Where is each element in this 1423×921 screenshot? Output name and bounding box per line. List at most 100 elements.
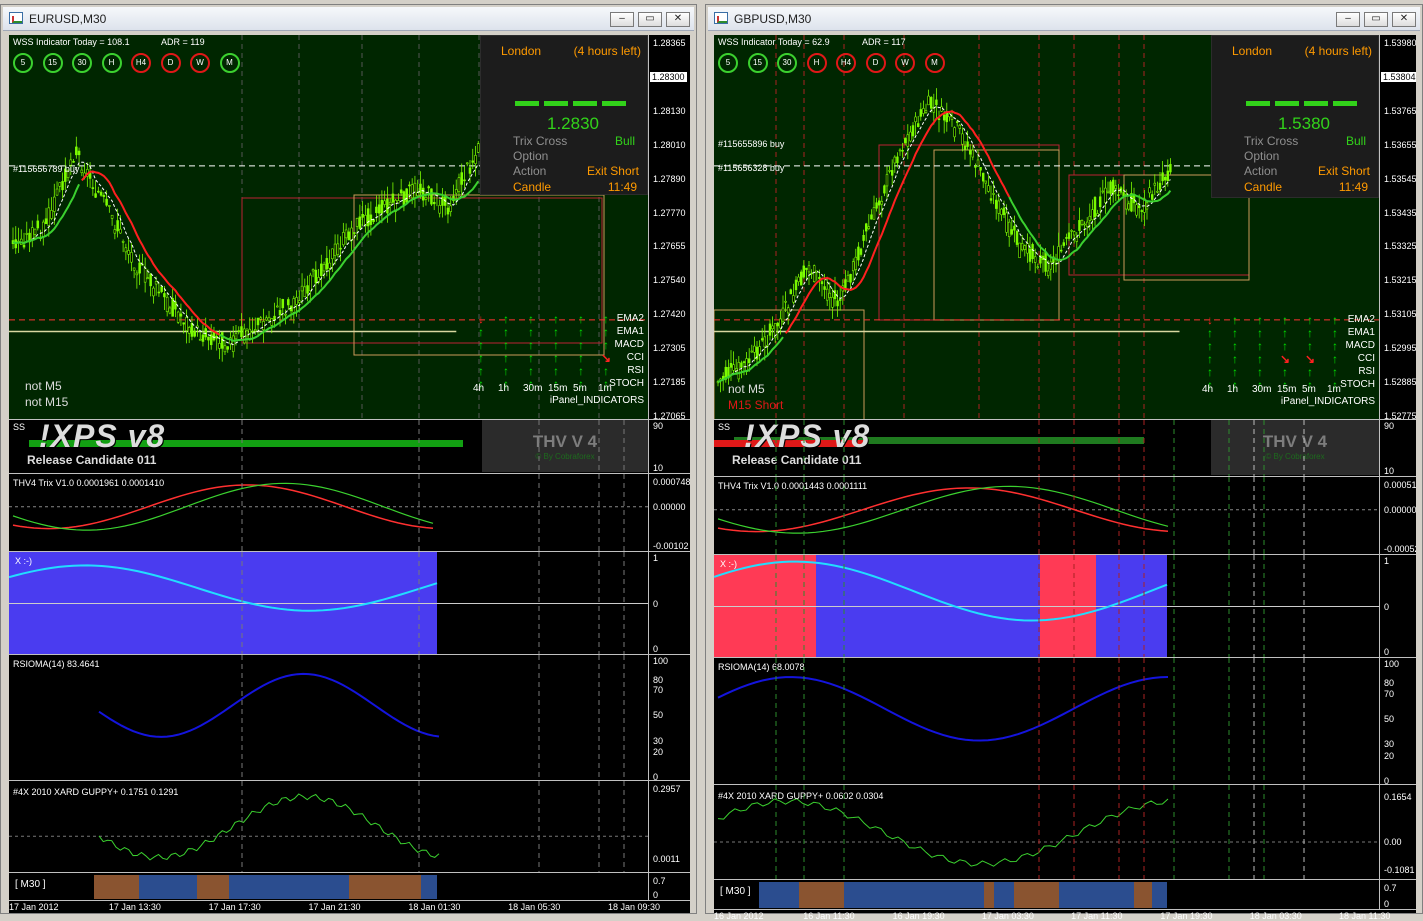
- candle: [799, 269, 803, 286]
- grid-svg: [241, 474, 625, 551]
- candle: [201, 324, 205, 347]
- guppy-scale-label: 0.0011: [653, 854, 680, 864]
- m30-label: [ M30 ]: [720, 886, 751, 897]
- plot-area[interactable]: #4X 2010 XARD GUPPY+ 0.1751 0.1291: [9, 781, 648, 872]
- x-pane[interactable]: X :-) 1 0 0: [9, 552, 690, 655]
- candle: [924, 103, 928, 114]
- m30-pane[interactable]: [ M30 ] 0.7 0: [714, 880, 1416, 910]
- guppy-pane[interactable]: #4X 2010 XARD GUPPY+ 0.0602 0.0304 0.1654…: [714, 785, 1416, 880]
- candle: [1104, 176, 1107, 214]
- candle: [807, 261, 811, 285]
- close-button[interactable]: ✕: [666, 12, 690, 27]
- title-bar[interactable]: EURUSD,M30 – ▭ ✕: [3, 7, 694, 31]
- m30-pane[interactable]: [ M30 ] 0.7 0: [9, 873, 690, 901]
- price-pane[interactable]: WSS Indicator Today = 62.9 ADR = 117 5 15 30…: [714, 35, 1416, 420]
- xps-pane[interactable]: SS !XPS v8 Release Candidate 011 THV V 4 © B…: [9, 420, 690, 474]
- price-scale[interactable]: 0.2957 0.0011: [648, 781, 690, 872]
- rsioma-scale-label: 80: [1384, 678, 1395, 689]
- price-scale-label: 1.53105: [1384, 309, 1416, 320]
- plot-area[interactable]: X :-): [9, 552, 648, 654]
- minimize-button[interactable]: –: [1336, 12, 1360, 27]
- candle: [786, 304, 790, 325]
- plot-area[interactable]: [ M30 ]: [714, 880, 1379, 909]
- price-scale[interactable]: 1.283651.282451.281301.280101.278901.277…: [648, 35, 690, 419]
- price-scale[interactable]: 100 80 70 50 30 20 0: [648, 655, 690, 780]
- price-scale[interactable]: 0.1654 0.00 -0.1081: [1379, 785, 1416, 879]
- current-price-tag: 1.28300: [650, 72, 687, 83]
- title-bar[interactable]: GBPUSD,M30 – ▭ ✕: [708, 7, 1420, 31]
- candle: [875, 197, 878, 212]
- candle: [997, 192, 1001, 222]
- price-scale-label: 1.27655: [653, 241, 686, 252]
- plot-area[interactable]: X :-): [714, 555, 1379, 657]
- candle: [75, 136, 78, 159]
- price-scale[interactable]: 0.7 0: [1379, 880, 1416, 909]
- m30-chart-svg[interactable]: [9, 873, 648, 900]
- x-scale-label: 0: [653, 644, 659, 654]
- price-scale[interactable]: 1 0 0: [648, 552, 690, 654]
- maximize-button[interactable]: ▭: [638, 12, 662, 27]
- price-scale-label: 1.28010: [653, 139, 686, 150]
- chart-area[interactable]: WSS Indicator Today = 108.1 ADR = 119 5 15 3…: [9, 35, 690, 913]
- plot-area[interactable]: #4X 2010 XARD GUPPY+ 0.0602 0.0304: [714, 785, 1379, 879]
- candle: [135, 270, 139, 289]
- plot-area[interactable]: THV4 Trix V1.0 0.0001961 0.0001410: [9, 474, 648, 551]
- price-scale[interactable]: 0.000748 0.00000 -0.00102: [648, 474, 690, 551]
- m30-chart-svg[interactable]: [714, 880, 1379, 909]
- price-scale-label: 1.27185: [653, 377, 686, 388]
- candle: [438, 199, 441, 218]
- plot-area[interactable]: SS !XPS v8 Release Candidate 011 THV V 4 © B…: [9, 420, 648, 473]
- plot-area[interactable]: RSIOMA(14) 83.4641: [9, 655, 648, 780]
- gbpusd-chart-window[interactable]: GBPUSD,M30 – ▭ ✕ WSS Indicator Today = 6…: [705, 4, 1423, 921]
- price-scale[interactable]: 1.539801.538701.537651.536551.535451.534…: [1379, 35, 1416, 419]
- trix-pane[interactable]: THV4 Trix V1.0 0.0001961 0.0001410 0.0007…: [9, 474, 690, 552]
- minimize-button[interactable]: –: [610, 12, 634, 27]
- price-pane[interactable]: WSS Indicator Today = 108.1 ADR = 119 5 15 3…: [9, 35, 690, 420]
- plot-area[interactable]: SS !XPS v8 Release Candidate 011 THV V 4 © B…: [714, 420, 1379, 476]
- m30-band: [759, 882, 799, 908]
- chart-area[interactable]: WSS Indicator Today = 62.9 ADR = 117 5 15 30…: [714, 35, 1416, 921]
- candle: [207, 336, 210, 351]
- plot-area[interactable]: WSS Indicator Today = 62.9 ADR = 117 5 15 30…: [714, 35, 1379, 419]
- candle: [784, 291, 787, 312]
- price-scale[interactable]: 90 10: [648, 420, 690, 473]
- time-axis[interactable]: 17 Jan 2012 17 Jan 13:30 17 Jan 17:30 17 Ja…: [9, 901, 660, 913]
- plot-area[interactable]: WSS Indicator Today = 108.1 ADR = 119 5 15 3…: [9, 35, 648, 419]
- indicator-label: CCI: [1357, 353, 1375, 364]
- candle: [1013, 215, 1016, 243]
- guppy-pane[interactable]: #4X 2010 XARD GUPPY+ 0.1751 0.1291 0.2957…: [9, 781, 690, 873]
- close-button[interactable]: ✕: [1392, 12, 1416, 27]
- candle: [984, 180, 988, 195]
- strength-bar: [1246, 101, 1270, 106]
- rsioma-pane[interactable]: RSIOMA(14) 83.4641 100 80 70 50 30 20 0: [9, 655, 690, 781]
- rsioma-pane[interactable]: RSIOMA(14) 68.0078 100 80 70 50 30 20 0: [714, 658, 1416, 785]
- plot-area[interactable]: RSIOMA(14) 68.0078: [714, 658, 1379, 784]
- maximize-button[interactable]: ▭: [1364, 12, 1388, 27]
- time-axis-label: 18 Jan 09:30: [608, 902, 661, 912]
- candle: [176, 310, 180, 324]
- candle: [460, 163, 463, 198]
- eurusd-chart-window[interactable]: EURUSD,M30 – ▭ ✕ WSS Indicator Today = 1…: [0, 4, 697, 914]
- price-scale[interactable]: 0.7 0: [648, 873, 690, 900]
- price-scale[interactable]: 100 80 70 50 30 20 0: [1379, 658, 1416, 784]
- plot-area[interactable]: [ M30 ]: [9, 873, 648, 900]
- rsioma-scale-label: 30: [1384, 739, 1395, 750]
- candle: [961, 127, 964, 152]
- grid-svg: [241, 655, 625, 780]
- candle: [149, 272, 152, 297]
- price-scale[interactable]: 1 0 0: [1379, 555, 1416, 657]
- plot-area[interactable]: THV4 Trix V1.0 0.0001443 0.0001111: [714, 477, 1379, 554]
- candle: [1135, 202, 1138, 218]
- price-scale[interactable]: 0.000519 0.00000 -0.00052: [1379, 477, 1416, 554]
- candle: [127, 238, 130, 264]
- xps-pane[interactable]: SS !XPS v8 Release Candidate 011 THV V 4 © B…: [714, 420, 1416, 477]
- candle: [355, 217, 359, 241]
- candle: [766, 334, 769, 355]
- price-scale[interactable]: 90 10: [1379, 420, 1416, 476]
- trix-pane[interactable]: THV4 Trix V1.0 0.0001443 0.0001111 0.0005…: [714, 477, 1416, 555]
- indicator-label: EMA1: [616, 326, 644, 337]
- candle: [789, 288, 793, 295]
- candle: [1106, 181, 1110, 194]
- time-axis[interactable]: 16 Jan 2012 16 Jan 11:30 16 Jan 19:30 17 Ja…: [714, 910, 1390, 921]
- x-pane[interactable]: X :-) 1 0 0: [714, 555, 1416, 658]
